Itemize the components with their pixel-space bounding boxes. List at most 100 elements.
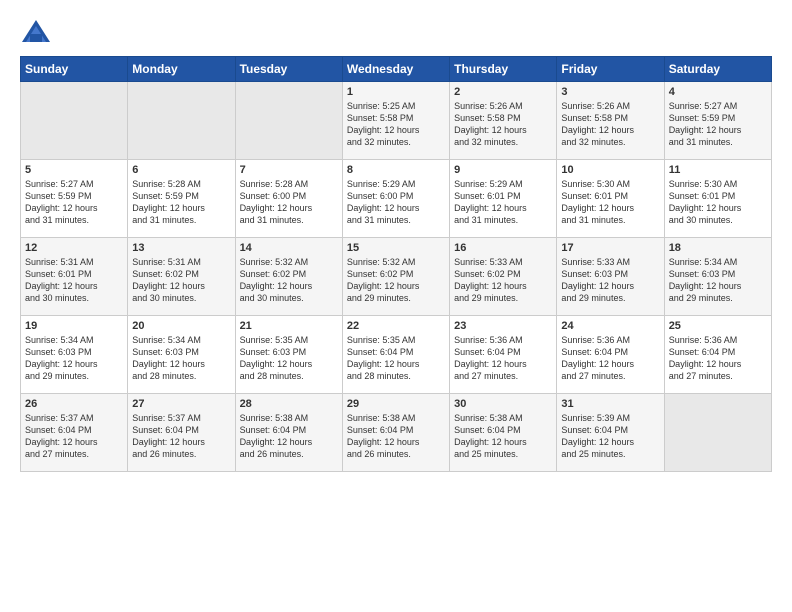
calendar-cell: 4Sunrise: 5:27 AMSunset: 5:59 PMDaylight… <box>664 82 771 160</box>
day-info: Sunset: 6:04 PM <box>132 424 230 436</box>
day-info: Sunrise: 5:30 AM <box>669 178 767 190</box>
header-day: Sunday <box>21 57 128 82</box>
calendar-cell: 14Sunrise: 5:32 AMSunset: 6:02 PMDayligh… <box>235 238 342 316</box>
calendar-cell: 10Sunrise: 5:30 AMSunset: 6:01 PMDayligh… <box>557 160 664 238</box>
day-info: Sunset: 5:58 PM <box>347 112 445 124</box>
day-info: Sunset: 6:03 PM <box>240 346 338 358</box>
day-number: 13 <box>132 242 230 254</box>
day-number: 20 <box>132 320 230 332</box>
day-info: and 29 minutes. <box>669 292 767 304</box>
day-number: 31 <box>561 398 659 410</box>
day-info: Daylight: 12 hours <box>347 280 445 292</box>
day-info: Sunrise: 5:32 AM <box>240 256 338 268</box>
day-info: Daylight: 12 hours <box>454 436 552 448</box>
day-info: Sunrise: 5:36 AM <box>454 334 552 346</box>
day-info: Daylight: 12 hours <box>454 124 552 136</box>
calendar-cell: 31Sunrise: 5:39 AMSunset: 6:04 PMDayligh… <box>557 394 664 472</box>
day-info: Sunset: 5:59 PM <box>669 112 767 124</box>
day-info: and 27 minutes. <box>669 370 767 382</box>
day-info: and 27 minutes. <box>454 370 552 382</box>
day-info: Sunset: 6:03 PM <box>561 268 659 280</box>
day-number: 29 <box>347 398 445 410</box>
day-info: and 26 minutes. <box>347 448 445 460</box>
day-info: Daylight: 12 hours <box>454 202 552 214</box>
day-info: Sunset: 6:04 PM <box>25 424 123 436</box>
day-info: Daylight: 12 hours <box>669 280 767 292</box>
day-info: Daylight: 12 hours <box>454 358 552 370</box>
day-info: Sunset: 6:04 PM <box>347 346 445 358</box>
day-info: and 32 minutes. <box>347 136 445 148</box>
day-info: Sunset: 6:04 PM <box>669 346 767 358</box>
logo-icon <box>20 18 52 46</box>
day-info: and 30 minutes. <box>669 214 767 226</box>
day-info: and 29 minutes. <box>347 292 445 304</box>
day-info: Sunset: 6:03 PM <box>132 346 230 358</box>
day-info: Daylight: 12 hours <box>25 436 123 448</box>
day-info: Daylight: 12 hours <box>132 280 230 292</box>
day-info: Daylight: 12 hours <box>454 280 552 292</box>
day-info: Sunrise: 5:33 AM <box>454 256 552 268</box>
day-number: 30 <box>454 398 552 410</box>
day-info: Sunrise: 5:27 AM <box>669 100 767 112</box>
calendar: SundayMondayTuesdayWednesdayThursdayFrid… <box>20 56 772 472</box>
day-number: 18 <box>669 242 767 254</box>
header-day: Thursday <box>450 57 557 82</box>
day-info: Sunset: 6:02 PM <box>132 268 230 280</box>
calendar-cell: 7Sunrise: 5:28 AMSunset: 6:00 PMDaylight… <box>235 160 342 238</box>
day-info: and 29 minutes. <box>561 292 659 304</box>
day-info: Sunrise: 5:37 AM <box>132 412 230 424</box>
day-number: 5 <box>25 164 123 176</box>
day-info: Sunrise: 5:35 AM <box>347 334 445 346</box>
calendar-cell: 11Sunrise: 5:30 AMSunset: 6:01 PMDayligh… <box>664 160 771 238</box>
day-number: 4 <box>669 86 767 98</box>
day-number: 1 <box>347 86 445 98</box>
calendar-row: 12Sunrise: 5:31 AMSunset: 6:01 PMDayligh… <box>21 238 772 316</box>
calendar-cell: 13Sunrise: 5:31 AMSunset: 6:02 PMDayligh… <box>128 238 235 316</box>
day-info: Sunset: 6:01 PM <box>561 190 659 202</box>
day-number: 15 <box>347 242 445 254</box>
calendar-cell: 19Sunrise: 5:34 AMSunset: 6:03 PMDayligh… <box>21 316 128 394</box>
day-info: Sunset: 6:04 PM <box>454 346 552 358</box>
day-info: and 30 minutes. <box>132 292 230 304</box>
day-info: and 31 minutes. <box>347 214 445 226</box>
day-info: Daylight: 12 hours <box>347 436 445 448</box>
calendar-row: 5Sunrise: 5:27 AMSunset: 5:59 PMDaylight… <box>21 160 772 238</box>
day-info: Daylight: 12 hours <box>25 358 123 370</box>
calendar-cell: 6Sunrise: 5:28 AMSunset: 5:59 PMDaylight… <box>128 160 235 238</box>
day-info: Sunset: 5:58 PM <box>454 112 552 124</box>
day-info: and 25 minutes. <box>561 448 659 460</box>
day-info: and 25 minutes. <box>454 448 552 460</box>
day-number: 25 <box>669 320 767 332</box>
day-info: and 29 minutes. <box>25 370 123 382</box>
calendar-cell: 20Sunrise: 5:34 AMSunset: 6:03 PMDayligh… <box>128 316 235 394</box>
day-info: Daylight: 12 hours <box>347 202 445 214</box>
day-info: and 31 minutes. <box>240 214 338 226</box>
day-info: Sunset: 5:58 PM <box>561 112 659 124</box>
day-info: Sunset: 6:03 PM <box>669 268 767 280</box>
day-info: Sunset: 6:04 PM <box>454 424 552 436</box>
calendar-cell: 25Sunrise: 5:36 AMSunset: 6:04 PMDayligh… <box>664 316 771 394</box>
day-info: Sunrise: 5:36 AM <box>561 334 659 346</box>
day-info: Sunrise: 5:35 AM <box>240 334 338 346</box>
day-number: 7 <box>240 164 338 176</box>
day-info: Sunset: 6:01 PM <box>669 190 767 202</box>
calendar-cell: 9Sunrise: 5:29 AMSunset: 6:01 PMDaylight… <box>450 160 557 238</box>
day-info: Sunset: 6:02 PM <box>454 268 552 280</box>
day-info: Daylight: 12 hours <box>669 202 767 214</box>
day-info: Sunset: 6:04 PM <box>561 424 659 436</box>
calendar-cell: 21Sunrise: 5:35 AMSunset: 6:03 PMDayligh… <box>235 316 342 394</box>
calendar-cell: 5Sunrise: 5:27 AMSunset: 5:59 PMDaylight… <box>21 160 128 238</box>
calendar-cell: 12Sunrise: 5:31 AMSunset: 6:01 PMDayligh… <box>21 238 128 316</box>
day-info: Sunrise: 5:29 AM <box>347 178 445 190</box>
day-info: Sunset: 6:01 PM <box>25 268 123 280</box>
calendar-row: 1Sunrise: 5:25 AMSunset: 5:58 PMDaylight… <box>21 82 772 160</box>
calendar-cell <box>664 394 771 472</box>
day-number: 24 <box>561 320 659 332</box>
day-info: Sunset: 6:00 PM <box>347 190 445 202</box>
day-info: Daylight: 12 hours <box>561 202 659 214</box>
day-info: and 26 minutes. <box>240 448 338 460</box>
day-info: and 30 minutes. <box>25 292 123 304</box>
calendar-body: 1Sunrise: 5:25 AMSunset: 5:58 PMDaylight… <box>21 82 772 472</box>
calendar-cell: 28Sunrise: 5:38 AMSunset: 6:04 PMDayligh… <box>235 394 342 472</box>
calendar-cell: 30Sunrise: 5:38 AMSunset: 6:04 PMDayligh… <box>450 394 557 472</box>
